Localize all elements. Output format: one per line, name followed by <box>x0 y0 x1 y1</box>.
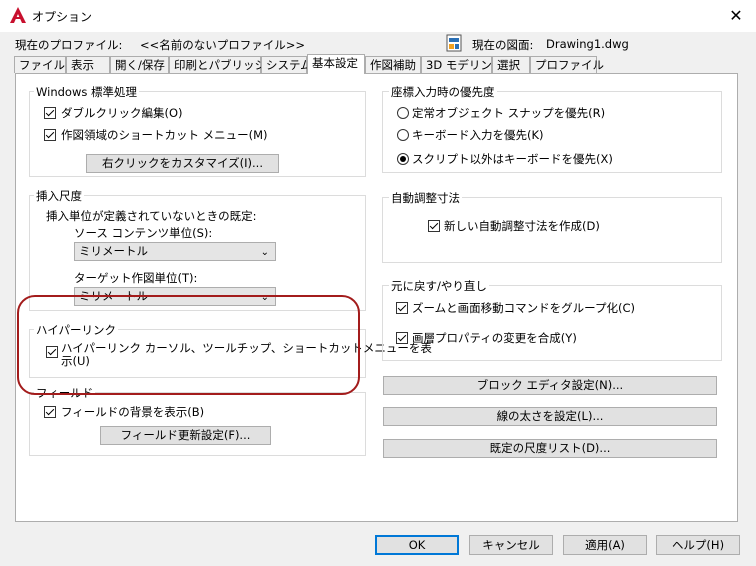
drawing-label: 現在の図面: <box>472 38 534 52</box>
radio-keyboard-except-scripts-label: スクリプト以外はキーボードを優先(X) <box>412 152 613 166</box>
source-units-label: ソース コンテンツ単位(S): <box>74 226 213 240</box>
tab-display[interactable]: 表示 <box>66 56 110 73</box>
radio-osnap-label: 定常オブジェクト スナップを優先(R) <box>412 106 606 120</box>
chevron-down-icon: ⌄ <box>260 247 269 258</box>
fields-group <box>29 392 366 456</box>
undo-redo-title: 元に戻す/やり直し <box>389 278 489 294</box>
dblclick-edit-checkbox[interactable] <box>44 107 56 119</box>
radio-keyboard-label: キーボード入力を優先(K) <box>412 128 544 142</box>
undo-redo-group <box>382 285 722 361</box>
cancel-button[interactable]: キャンセル <box>469 535 553 555</box>
associative-dimension-title: 自動調整寸法 <box>389 190 462 206</box>
close-icon[interactable]: ✕ <box>724 4 748 28</box>
shortcut-menu-checkbox[interactable] <box>44 129 56 141</box>
new-associative-dimension-checkbox[interactable] <box>428 220 440 232</box>
combine-layer-changes-label: 画層プロパティの変更を合成(Y) <box>412 331 577 345</box>
source-units-value: ミリメートル <box>79 244 148 258</box>
combine-layer-changes-checkbox[interactable] <box>396 332 408 344</box>
target-units-label: ターゲット作図単位(T): <box>74 271 198 285</box>
tab-profiles[interactable]: プロファイル <box>530 56 604 73</box>
apply-button[interactable]: 適用(A) <box>563 535 647 555</box>
coordinate-priority-title: 座標入力時の優先度 <box>389 84 497 100</box>
profile-value: <<名前のないプロファイル>> <box>140 38 306 52</box>
hyperlink-highlight-annotation <box>17 295 360 395</box>
tab-selection[interactable]: 選択 <box>492 56 530 73</box>
autocad-app-icon <box>10 7 26 23</box>
tab-user-preferences[interactable]: 基本設定 <box>307 54 365 74</box>
combine-zoom-pan-checkbox[interactable] <box>396 302 408 314</box>
combine-zoom-pan-label: ズームと画面移動コマンドをグループ化(C) <box>412 301 635 315</box>
profile-label: 現在のプロファイル: <box>15 38 123 52</box>
source-units-select[interactable]: ミリメートル ⌄ <box>74 242 276 261</box>
insertion-default-label: 挿入単位が定義されていないときの既定: <box>46 209 257 223</box>
radio-keyboard-except-scripts[interactable] <box>397 153 409 165</box>
field-background-checkbox[interactable] <box>44 406 56 418</box>
title-bar <box>0 0 756 32</box>
window-title: オプション <box>32 10 93 24</box>
tab-drafting[interactable]: 作図補助 <box>365 56 421 73</box>
drawing-value: Drawing1.dwg <box>546 37 629 51</box>
dblclick-edit-label: ダブルクリック編集(O) <box>61 106 183 120</box>
help-button[interactable]: ヘルプ(H) <box>656 535 740 555</box>
ok-button[interactable]: OK <box>375 535 459 555</box>
tab-files[interactable]: ファイル <box>14 56 66 73</box>
block-editor-settings-button[interactable]: ブロック エディタ設定(N)... <box>383 376 717 395</box>
radio-keyboard-priority[interactable] <box>397 129 409 141</box>
default-scale-list-button[interactable]: 既定の尺度リスト(D)... <box>383 439 717 458</box>
drawing-file-icon <box>446 34 462 52</box>
shortcut-menu-label: 作図領域のショートカット メニュー(M) <box>61 128 268 142</box>
tab-system[interactable]: システム <box>261 56 312 73</box>
customize-right-click-button[interactable]: 右クリックをカスタマイズ(I)... <box>86 154 279 173</box>
insertion-scale-title: 挿入尺度 <box>34 188 84 204</box>
radio-osnap-priority[interactable] <box>397 107 409 119</box>
tab-open-save[interactable]: 開く/保存 <box>110 56 169 73</box>
tab-3d-modeling[interactable]: 3D モデリング <box>421 56 503 73</box>
lineweight-settings-button[interactable]: 線の太さを設定(L)... <box>383 407 717 426</box>
field-update-settings-button[interactable]: フィールド更新設定(F)... <box>100 426 271 445</box>
windows-behavior-title: Windows 標準処理 <box>34 84 139 100</box>
tab-plot-publish[interactable]: 印刷とパブリッシュ <box>169 56 278 73</box>
field-background-label: フィールドの背景を表示(B) <box>61 405 205 419</box>
new-associative-dimension-label: 新しい自動調整寸法を作成(D) <box>444 219 600 233</box>
